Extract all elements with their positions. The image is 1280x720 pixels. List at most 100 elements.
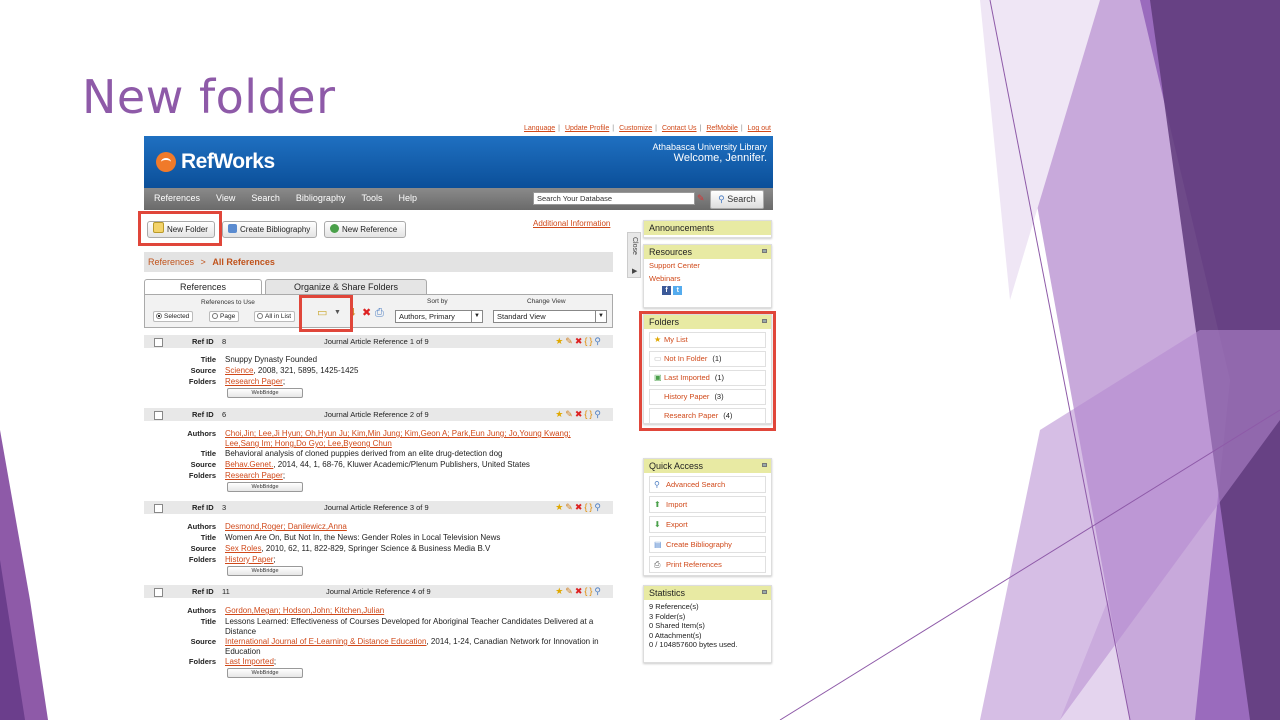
- view-icon[interactable]: ⚲: [594, 586, 603, 596]
- collapse-icon[interactable]: [762, 590, 767, 594]
- view-icon[interactable]: ⚲: [594, 502, 603, 512]
- authors-link[interactable]: Gordon,Megan; Hodson,John; Kitchen,Julia…: [225, 606, 384, 615]
- statistics-panel: Statistics 9 Reference(s) 3 Folder(s) 0 …: [643, 585, 772, 663]
- new-reference-button[interactable]: New Reference: [324, 221, 406, 238]
- star-icon[interactable]: ★: [555, 502, 565, 512]
- print-references-link[interactable]: ⎙ Print References: [649, 556, 766, 573]
- source-link[interactable]: International Journal of E-Learning & Di…: [225, 637, 426, 646]
- folder-link[interactable]: Last Imported: [225, 657, 274, 666]
- search-button[interactable]: ⚲ Search: [710, 190, 764, 209]
- reference-title: Lessons Learned: Effectiveness of Course…: [225, 617, 594, 626]
- authors-link[interactable]: Desmond,Roger; Danilewicz,Anna: [225, 522, 347, 531]
- nav-view[interactable]: View: [216, 193, 235, 203]
- announcements-panel: Announcements: [643, 220, 772, 238]
- delete-icon[interactable]: ✖: [575, 336, 585, 346]
- field-label: Source: [190, 366, 216, 375]
- facebook-icon[interactable]: f: [662, 286, 671, 295]
- braces-icon[interactable]: {}: [584, 586, 594, 596]
- source-details: , 2010, 62, 11, 822-829, Springer Scienc…: [261, 544, 491, 553]
- braces-icon[interactable]: {}: [584, 502, 594, 512]
- star-icon[interactable]: ★: [555, 409, 565, 419]
- folder-link[interactable]: Research Paper: [225, 377, 283, 386]
- refworks-screenshot: Language | Update Profile | Customize | Con…: [138, 122, 776, 694]
- braces-icon[interactable]: {}: [584, 336, 594, 346]
- customize-link[interactable]: Customize: [619, 125, 652, 132]
- search-input[interactable]: Search Your Database: [533, 192, 695, 205]
- nav-search[interactable]: Search: [251, 193, 280, 203]
- nav-bibliography[interactable]: Bibliography: [296, 193, 346, 203]
- twitter-icon[interactable]: t: [673, 286, 683, 295]
- authors-link[interactable]: Choi,Jin; Lee,Ji Hyun; Oh,Hyun Ju; Kim,M…: [225, 429, 571, 438]
- folder-link[interactable]: History Paper: [225, 555, 273, 564]
- webbridge-button[interactable]: WebBridge: [227, 388, 303, 398]
- reference-actions: ★✎✖{}⚲: [555, 501, 603, 514]
- reference-checkbox[interactable]: [154, 588, 163, 597]
- collapse-icon[interactable]: [762, 463, 767, 467]
- refworks-logo[interactable]: RefWorks: [156, 150, 275, 174]
- sort-by-label: Sort by: [427, 298, 448, 305]
- nav-help[interactable]: Help: [398, 193, 417, 203]
- create-bibliography-button[interactable]: Create Bibliography: [222, 221, 317, 238]
- webinars-link[interactable]: Webinars: [644, 272, 771, 285]
- close-sidebar-tab[interactable]: Close ▶: [627, 232, 641, 278]
- nav-references[interactable]: References: [154, 193, 200, 203]
- refmobile-link[interactable]: RefMobile: [706, 125, 738, 132]
- source-link[interactable]: Science: [225, 366, 253, 375]
- radio-selected[interactable]: Selected: [153, 311, 194, 322]
- delete-icon[interactable]: ✖: [575, 586, 585, 596]
- ref-id-value: 3: [222, 503, 227, 512]
- log-out-link[interactable]: Log out: [748, 125, 771, 132]
- view-icon[interactable]: ⚲: [594, 409, 603, 419]
- view-select[interactable]: Standard View ▼: [493, 310, 607, 323]
- tab-references[interactable]: References: [144, 279, 262, 294]
- export-link[interactable]: ⬇ Export: [649, 516, 766, 533]
- folder-link[interactable]: Research Paper: [225, 471, 283, 480]
- contact-us-link[interactable]: Contact Us: [662, 125, 697, 132]
- source-link[interactable]: Sex Roles: [225, 544, 261, 553]
- additional-information-link[interactable]: Additional Information: [533, 219, 610, 228]
- resources-title: Resources: [649, 247, 693, 257]
- radio-page[interactable]: Page: [209, 311, 240, 322]
- advanced-search-link[interactable]: ⚲ Advanced Search: [649, 476, 766, 493]
- edit-icon[interactable]: ✎: [565, 502, 575, 512]
- support-center-link[interactable]: Support Center: [644, 259, 771, 272]
- edit-icon[interactable]: ✎: [565, 409, 575, 419]
- star-icon[interactable]: ★: [555, 586, 565, 596]
- field-label: Source: [190, 637, 216, 646]
- webbridge-button[interactable]: WebBridge: [227, 566, 303, 576]
- language-link[interactable]: Language: [524, 125, 555, 132]
- tab-organize-share-folders[interactable]: Organize & Share Folders: [265, 279, 427, 294]
- announcements-header[interactable]: Announcements: [644, 221, 771, 235]
- radio-all-in-list[interactable]: All in List: [254, 311, 296, 322]
- new-reference-label: New Reference: [342, 225, 398, 234]
- radio-page-label: Page: [220, 313, 236, 320]
- create-bibliography-link[interactable]: ▤ Create Bibliography: [649, 536, 766, 553]
- clear-search-icon[interactable]: ✎: [697, 193, 705, 204]
- star-icon[interactable]: ★: [555, 336, 565, 346]
- edit-icon[interactable]: ✎: [565, 586, 575, 596]
- reference-checkbox[interactable]: [154, 411, 163, 420]
- delete-icon[interactable]: ✖: [362, 307, 371, 319]
- reference-checkbox[interactable]: [154, 504, 163, 513]
- authors-link[interactable]: Lee,Sang Im; Hong,Do Gyo; Lee,Byeong Chu…: [225, 439, 392, 448]
- webbridge-button[interactable]: WebBridge: [227, 668, 303, 678]
- source-link[interactable]: Behav.Genet.: [225, 460, 273, 469]
- webbridge-button[interactable]: WebBridge: [227, 482, 303, 492]
- print-icon[interactable]: ⎙: [375, 307, 384, 319]
- nav-tools[interactable]: Tools: [361, 193, 382, 203]
- reference-actions: ★✎✖{}⚲: [555, 335, 603, 348]
- edit-icon[interactable]: ✎: [565, 336, 575, 346]
- collapse-icon[interactable]: [762, 249, 767, 253]
- update-profile-link[interactable]: Update Profile: [565, 125, 609, 132]
- field-label: Title: [200, 617, 216, 626]
- print-icon: ⎙: [654, 560, 661, 569]
- braces-icon[interactable]: {}: [584, 409, 594, 419]
- import-link[interactable]: ⬆ Import: [649, 496, 766, 513]
- field-label: Source: [190, 544, 216, 553]
- delete-icon[interactable]: ✖: [575, 409, 585, 419]
- breadcrumb-root[interactable]: References: [148, 257, 194, 267]
- sort-by-select[interactable]: Authors, Primary ▼: [395, 310, 483, 323]
- delete-icon[interactable]: ✖: [575, 502, 585, 512]
- view-icon[interactable]: ⚲: [594, 336, 603, 346]
- reference-checkbox[interactable]: [154, 338, 163, 347]
